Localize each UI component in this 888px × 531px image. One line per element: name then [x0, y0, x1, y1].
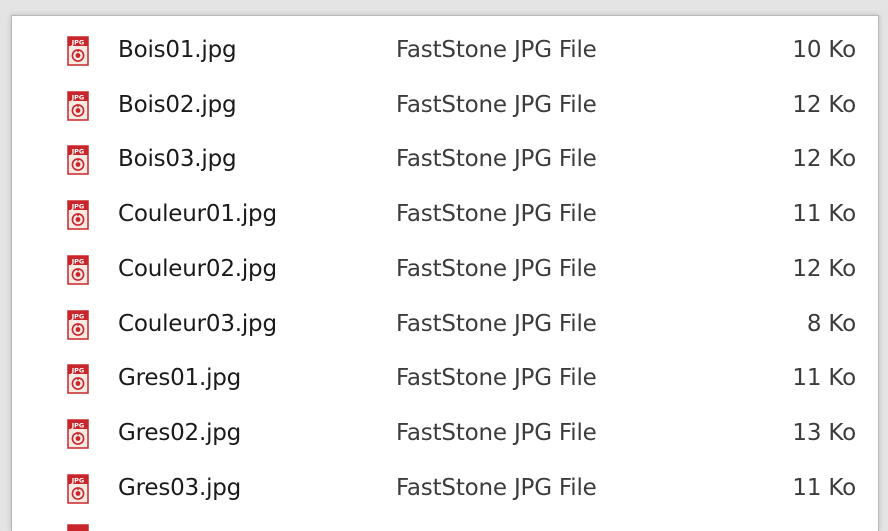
file-size: 13 Ko	[792, 419, 856, 446]
file-type: FastStone JPG File	[396, 365, 597, 392]
faststone-jpg-icon: JPG	[67, 90, 89, 121]
file-type: FastStone JPG File	[396, 310, 597, 337]
svg-text:JPG: JPG	[71, 257, 85, 265]
file-type: FastStone JPG File	[396, 474, 597, 501]
file-size: 12 Ko	[792, 91, 856, 118]
file-size: 8 Ko	[806, 310, 856, 337]
file-size: 12 Ko	[792, 146, 856, 173]
file-name: Couleur01.jpg	[118, 201, 277, 228]
file-size: 10 Ko	[792, 37, 856, 63]
svg-text:JPG: JPG	[71, 93, 85, 101]
file-row[interactable]: JPG Couleur02.jpg FastStone JPG File 12 Ko	[12, 243, 878, 297]
file-name: Bois01.jpg	[118, 37, 237, 63]
explorer-window: JPG Bois01.jpg FastStone JPG File 10 Ko JPG B…	[0, 0, 888, 531]
faststone-jpg-icon: JPG	[67, 473, 89, 504]
file-list-pane: JPG Bois01.jpg FastStone JPG File 10 Ko JPG B…	[11, 15, 879, 531]
file-name: Couleur03.jpg	[118, 310, 277, 337]
file-row[interactable]: JPG Couleur01.jpg FastStone JPG File 11 Ko	[12, 188, 878, 242]
svg-text:JPG: JPG	[71, 148, 85, 156]
faststone-jpg-icon: JPG	[67, 255, 89, 285]
file-name: Gres03.jpg	[118, 474, 242, 501]
svg-text:JPG: JPG	[71, 312, 85, 320]
svg-text:JPG: JPG	[71, 202, 85, 210]
faststone-jpg-icon: JPG	[67, 36, 89, 66]
file-row[interactable]: JPG Bois01.jpg FastStone JPG File 10 Ko	[12, 24, 878, 78]
svg-text:JPG: JPG	[71, 366, 85, 374]
file-size: 11 Ko	[792, 474, 856, 501]
file-row[interactable]: JPG Gres02.jpg FastStone JPG File 13 Ko	[12, 407, 878, 461]
file-size: 12 Ko	[792, 255, 856, 282]
faststone-jpg-icon: JPG	[67, 200, 89, 230]
svg-text:JPG: JPG	[71, 421, 85, 429]
file-size: 11 Ko	[792, 201, 856, 228]
file-name: Gres01.jpg	[118, 365, 242, 392]
file-name: Bois02.jpg	[118, 91, 237, 118]
file-type: FastStone JPG File	[396, 201, 597, 228]
faststone-jpg-icon: JPG	[67, 145, 89, 176]
faststone-jpg-icon: JPG	[67, 419, 89, 449]
file-name: Gres02.jpg	[118, 419, 242, 446]
svg-text:JPG: JPG	[71, 476, 85, 484]
file-type: FastStone JPG File	[396, 255, 597, 282]
file-row[interactable]: JPG Bois03.jpg FastStone JPG File 12 Ko	[12, 133, 878, 187]
file-name: Bois03.jpg	[118, 146, 237, 173]
faststone-jpg-icon: JPG	[67, 309, 89, 340]
svg-text:JPG: JPG	[71, 38, 85, 46]
file-type: FastStone JPG File	[396, 146, 597, 173]
faststone-jpg-icon: JPG	[67, 364, 89, 394]
file-row[interactable]: JPG Couleur03.jpg FastStone JPG File 8 Ko	[12, 298, 878, 352]
file-type: FastStone JPG File	[396, 419, 597, 446]
faststone-jpg-icon	[67, 524, 89, 531]
file-type: FastStone JPG File	[396, 91, 597, 118]
file-name: Couleur02.jpg	[118, 255, 277, 282]
file-size: 11 Ko	[792, 365, 856, 392]
file-row[interactable]: JPG Gres01.jpg FastStone JPG File 11 Ko	[12, 352, 878, 406]
file-row[interactable]: JPG Bois02.jpg FastStone JPG File 12 Ko	[12, 79, 878, 133]
file-type: FastStone JPG File	[396, 37, 597, 63]
file-row[interactable]: JPG Gres03.jpg FastStone JPG File 11 Ko	[12, 462, 878, 516]
